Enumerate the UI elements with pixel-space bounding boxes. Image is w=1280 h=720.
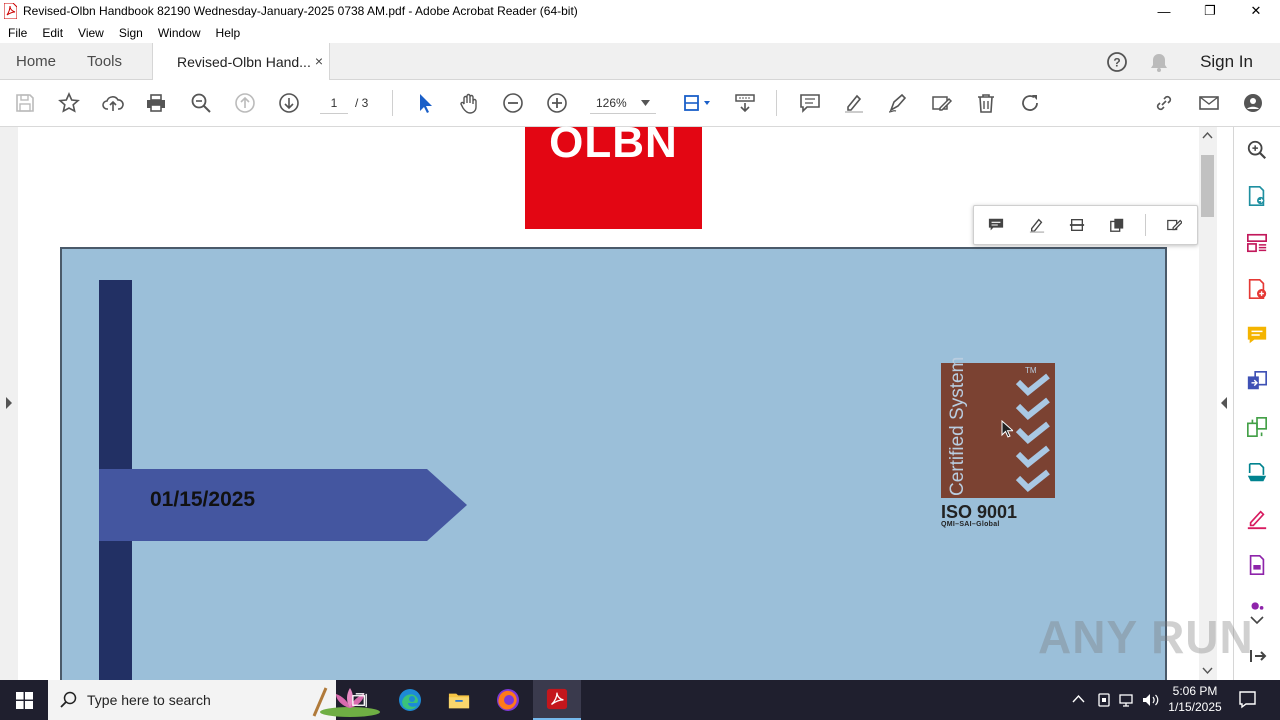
menu-edit[interactable]: Edit bbox=[42, 26, 63, 40]
print-icon[interactable] bbox=[143, 90, 169, 116]
scroll-up-icon[interactable] bbox=[1202, 131, 1213, 139]
zoom-level-select[interactable]: 126% bbox=[590, 92, 656, 114]
search-zoom-icon[interactable] bbox=[1245, 138, 1269, 162]
scroll-mode-icon[interactable] bbox=[732, 90, 758, 116]
delete-trash-icon[interactable] bbox=[973, 90, 999, 116]
page-number-input[interactable]: 1 bbox=[320, 92, 348, 114]
menu-view[interactable]: View bbox=[78, 26, 104, 40]
draw-pen-icon[interactable] bbox=[885, 90, 911, 116]
fill-sign-icon[interactable] bbox=[1245, 507, 1269, 531]
combine-files-icon[interactable] bbox=[1245, 369, 1269, 393]
page-total-label: / 3 bbox=[355, 96, 369, 110]
cover-date: 01/15/2025 bbox=[150, 488, 256, 511]
bookmark-star-icon[interactable] bbox=[56, 90, 82, 116]
svg-text:?: ? bbox=[1113, 56, 1120, 70]
acrobat-logo-icon bbox=[4, 3, 17, 19]
quick-highlight-icon[interactable] bbox=[1026, 214, 1048, 236]
zoom-search-icon[interactable] bbox=[188, 90, 214, 116]
scroll-down-icon[interactable] bbox=[1202, 667, 1213, 675]
email-icon[interactable] bbox=[1196, 90, 1222, 116]
comment-icon[interactable] bbox=[797, 90, 823, 116]
rotate-icon[interactable] bbox=[1017, 90, 1043, 116]
windows-logo-icon bbox=[15, 691, 33, 709]
show-hidden-icons-chevron-icon[interactable] bbox=[1072, 694, 1085, 704]
anyrun-watermark: ANY RUN bbox=[1038, 611, 1254, 663]
hand-tool-icon[interactable] bbox=[456, 90, 482, 116]
menu-window[interactable]: Window bbox=[158, 26, 201, 40]
mouse-cursor-icon bbox=[1001, 420, 1013, 438]
highlight-pen-icon[interactable] bbox=[841, 90, 867, 116]
help-icon[interactable]: ? bbox=[1106, 51, 1128, 73]
edit-pdf-icon[interactable] bbox=[1245, 553, 1269, 577]
organize-pages-icon[interactable] bbox=[1245, 231, 1269, 255]
task-view-icon[interactable] bbox=[336, 680, 384, 720]
account-icon[interactable] bbox=[1240, 90, 1266, 116]
tab-tools[interactable]: Tools bbox=[87, 43, 122, 80]
comment-tool-icon[interactable] bbox=[1245, 323, 1269, 347]
notifications-bell-icon[interactable] bbox=[1148, 51, 1170, 73]
sign-in-button[interactable]: Sign In bbox=[1200, 52, 1253, 72]
search-icon bbox=[60, 691, 77, 708]
scrollbar-thumb[interactable] bbox=[1201, 155, 1214, 217]
tab-home[interactable]: Home bbox=[16, 43, 56, 80]
firefox-icon[interactable] bbox=[484, 680, 532, 720]
iso-standard-label: ISO 9001 bbox=[941, 502, 1018, 522]
quick-strikethrough-icon[interactable] bbox=[1066, 214, 1088, 236]
collapse-right-panel-icon[interactable] bbox=[1220, 397, 1228, 409]
device-icon[interactable] bbox=[1096, 692, 1112, 708]
zoom-in-icon[interactable] bbox=[544, 90, 570, 116]
iso-badge-vertical-text: Certified System bbox=[947, 356, 968, 496]
menu-file[interactable]: File bbox=[8, 26, 27, 40]
volume-icon[interactable] bbox=[1142, 692, 1159, 708]
search-placeholder: Type here to search bbox=[87, 692, 211, 708]
toolbar-divider bbox=[392, 90, 393, 116]
edit-text-icon[interactable] bbox=[929, 90, 955, 116]
file-explorer-icon[interactable] bbox=[435, 680, 483, 720]
clock-date: 1/15/2025 bbox=[1168, 700, 1222, 714]
quick-tools-divider bbox=[1145, 214, 1146, 236]
taskbar-search-box[interactable]: Type here to search bbox=[48, 680, 380, 720]
share-link-icon[interactable] bbox=[1151, 90, 1177, 116]
network-icon[interactable] bbox=[1119, 692, 1135, 708]
close-tab-icon[interactable]: × bbox=[315, 53, 323, 69]
olbn-logo-text: OLBN bbox=[549, 118, 678, 167]
system-clock[interactable]: 5:06 PM 1/15/2025 bbox=[1162, 683, 1228, 715]
upload-cloud-icon[interactable] bbox=[100, 90, 126, 116]
iso-checkmarks-icon bbox=[1015, 373, 1050, 493]
toolbar-divider bbox=[776, 90, 777, 116]
save-icon[interactable] bbox=[12, 90, 38, 116]
export-pdf-icon[interactable] bbox=[1245, 184, 1269, 208]
previous-page-icon[interactable] bbox=[232, 90, 258, 116]
start-button[interactable] bbox=[0, 680, 48, 720]
scan-ocr-icon[interactable] bbox=[1245, 461, 1269, 485]
iso-registrar-label: QMI–SAI–Global bbox=[941, 521, 1000, 528]
close-window-button[interactable]: ✕ bbox=[1233, 0, 1279, 22]
quick-edit-icon[interactable] bbox=[1163, 214, 1185, 236]
select-cursor-icon[interactable] bbox=[412, 90, 438, 116]
expand-left-panel-icon[interactable] bbox=[5, 397, 13, 409]
menu-help[interactable]: Help bbox=[216, 26, 241, 40]
minimize-button[interactable]: — bbox=[1141, 0, 1187, 22]
window-title: Revised-Olbn Handbook 82190 Wednesday-Ja… bbox=[23, 4, 578, 18]
acrobat-taskbar-icon[interactable] bbox=[533, 680, 581, 720]
menu-sign[interactable]: Sign bbox=[119, 26, 143, 40]
quick-copy-icon[interactable] bbox=[1106, 214, 1128, 236]
tab-row: Home Tools Revised-Olbn Hand... × ? Sign… bbox=[0, 43, 1280, 81]
zoom-out-icon[interactable] bbox=[500, 90, 526, 116]
page-fit-icon[interactable] bbox=[680, 90, 714, 116]
create-pdf-icon[interactable] bbox=[1245, 277, 1269, 301]
clock-time: 5:06 PM bbox=[1172, 684, 1218, 698]
compress-pdf-icon[interactable] bbox=[1245, 415, 1269, 439]
notification-center-icon[interactable] bbox=[1238, 690, 1257, 709]
tab-document-label: Revised-Olbn Hand... bbox=[177, 54, 311, 70]
quick-comment-icon[interactable] bbox=[985, 214, 1007, 236]
zoom-level-value: 126% bbox=[596, 96, 627, 110]
edge-browser-icon[interactable] bbox=[386, 680, 434, 720]
chevron-down-icon bbox=[641, 100, 650, 106]
menu-bar: File Edit View Sign Window Help bbox=[0, 22, 1280, 43]
tab-document[interactable]: Revised-Olbn Hand... × bbox=[152, 43, 330, 81]
next-page-icon[interactable] bbox=[276, 90, 302, 116]
maximize-button[interactable]: ❐ bbox=[1187, 0, 1233, 22]
title-bar: Revised-Olbn Handbook 82190 Wednesday-Ja… bbox=[0, 0, 1280, 22]
